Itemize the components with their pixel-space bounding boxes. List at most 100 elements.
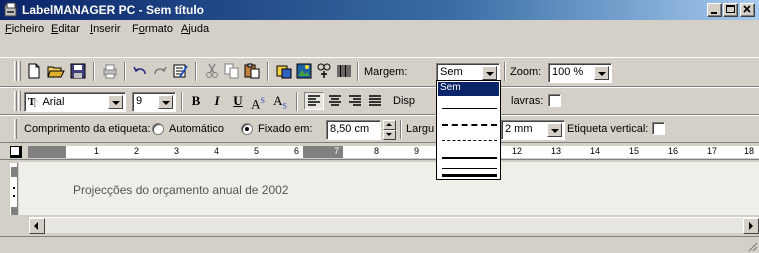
margin-dropdown-list[interactable]: Sem bbox=[436, 80, 501, 180]
margin-value: Sem bbox=[440, 66, 463, 78]
bold-button[interactable]: B bbox=[186, 92, 206, 110]
superscript-button[interactable]: AS bbox=[248, 92, 268, 111]
ruler-tick: 15 bbox=[629, 146, 640, 156]
font-size-select[interactable]: 9 bbox=[132, 92, 176, 112]
close-button[interactable] bbox=[740, 3, 755, 17]
toolbar-grip[interactable] bbox=[14, 61, 17, 81]
margin-option-dashed[interactable] bbox=[438, 118, 499, 134]
ruler-tick: 13 bbox=[551, 146, 562, 156]
superscript-mark: S bbox=[260, 96, 265, 105]
chevron-down-icon[interactable] bbox=[547, 123, 562, 137]
menu-editar[interactable]: Editar bbox=[51, 23, 80, 35]
justify-icon bbox=[369, 95, 381, 106]
insert-image-button[interactable] bbox=[294, 62, 314, 80]
clear-button[interactable] bbox=[170, 62, 190, 80]
underline-button[interactable]: U bbox=[228, 92, 248, 110]
scroll-left-button[interactable] bbox=[29, 218, 45, 234]
title-bar[interactable]: LabelMANAGER PC - Sem título bbox=[0, 0, 759, 20]
auto-length-label: Automático bbox=[169, 123, 225, 135]
horizontal-scrollbar[interactable] bbox=[29, 217, 759, 234]
width-value: 2 mm bbox=[505, 123, 533, 135]
paste-button[interactable] bbox=[242, 62, 262, 80]
menu-ajuda[interactable]: Ajuda bbox=[181, 23, 209, 35]
vertical-checkbox[interactable] bbox=[652, 122, 665, 135]
label-toolbar: Comprimento da etiqueta: Automático Fixa… bbox=[0, 115, 759, 143]
menu-ficheiro[interactable]: Ficheiro bbox=[5, 23, 44, 35]
fixed-length-input[interactable]: 8,50 cm bbox=[326, 120, 381, 140]
align-left-button[interactable] bbox=[304, 92, 324, 110]
ruler-tick: 4 bbox=[214, 146, 220, 156]
toolbar-separator bbox=[195, 62, 197, 81]
ruler-tick: 8 bbox=[374, 146, 380, 156]
words-checkbox[interactable] bbox=[548, 94, 561, 107]
fixed-length-label: Fixado em: bbox=[258, 123, 313, 135]
toolbar-separator bbox=[400, 120, 402, 139]
ruler-tick: 12 bbox=[512, 146, 523, 156]
toolbar-grip-2[interactable] bbox=[18, 61, 21, 81]
insert-text-button[interactable] bbox=[274, 62, 294, 80]
label-text[interactable]: Projecções do orçamento anual de 2002 bbox=[73, 183, 288, 197]
toolbar-grip-2[interactable] bbox=[18, 91, 21, 111]
toolbar-grip[interactable] bbox=[14, 91, 17, 111]
align-center-button[interactable] bbox=[325, 92, 345, 110]
margin-option-dotted[interactable] bbox=[438, 134, 499, 150]
minimize-button[interactable] bbox=[707, 3, 722, 17]
cut-button[interactable] bbox=[202, 62, 222, 80]
save-button[interactable] bbox=[68, 62, 88, 80]
open-button[interactable] bbox=[46, 62, 66, 80]
undo-button[interactable] bbox=[130, 62, 150, 80]
auto-length-radio[interactable] bbox=[152, 123, 164, 135]
insert-barcode-button[interactable] bbox=[334, 62, 354, 80]
width-select[interactable]: 2 mm bbox=[501, 120, 565, 140]
app-icon bbox=[4, 2, 17, 17]
margin-label: Margem: bbox=[364, 66, 408, 78]
fixed-length-spinner[interactable] bbox=[383, 120, 396, 140]
redo-button[interactable] bbox=[150, 62, 170, 80]
align-right-button[interactable] bbox=[345, 92, 365, 110]
chevron-down-icon[interactable] bbox=[482, 66, 497, 80]
font-select[interactable]: TT Arial bbox=[24, 92, 126, 112]
print-button[interactable] bbox=[100, 62, 120, 80]
scissors-icon bbox=[206, 63, 218, 78]
open-folder-icon bbox=[47, 66, 65, 78]
toolbar-separator bbox=[93, 62, 95, 81]
ruler-tick: 1 bbox=[94, 146, 100, 156]
ruler-tick: 18 bbox=[744, 146, 755, 156]
margin-option-line-thin[interactable] bbox=[438, 98, 499, 118]
align-right-icon bbox=[349, 95, 361, 106]
scroll-right-button[interactable] bbox=[743, 218, 759, 234]
spin-down-icon[interactable] bbox=[383, 130, 396, 140]
ruler-tick: 3 bbox=[174, 146, 180, 156]
font-value: Arial bbox=[42, 96, 65, 108]
minimize-icon bbox=[711, 12, 717, 14]
insert-symbol-button[interactable] bbox=[314, 62, 334, 80]
spin-up-icon[interactable] bbox=[383, 120, 396, 130]
toolbar-separator bbox=[504, 62, 506, 81]
chevron-down-icon[interactable] bbox=[594, 66, 609, 80]
menu-inserir[interactable]: Inserir bbox=[90, 23, 121, 35]
ruler-tick: 5 bbox=[254, 146, 260, 156]
chevron-down-icon[interactable] bbox=[108, 95, 123, 109]
tab-stop-icon[interactable] bbox=[10, 146, 22, 158]
new-button[interactable] bbox=[24, 62, 44, 80]
subscript-button[interactable]: AS bbox=[270, 92, 290, 111]
margin-option-sem[interactable]: Sem bbox=[438, 82, 499, 96]
toolbar-grip[interactable] bbox=[14, 119, 17, 139]
margin-option-single[interactable] bbox=[438, 150, 499, 166]
zoom-value: 100 % bbox=[552, 66, 584, 78]
chevron-down-icon[interactable] bbox=[158, 95, 173, 109]
copy-button[interactable] bbox=[222, 62, 242, 80]
menu-formato[interactable]: Formato bbox=[132, 23, 173, 35]
margin-option-thick[interactable] bbox=[438, 166, 499, 180]
resize-grip-icon[interactable] bbox=[746, 240, 758, 252]
ruler-tick: 6 bbox=[294, 146, 300, 156]
italic-button[interactable]: I bbox=[207, 92, 227, 110]
justify-button[interactable] bbox=[365, 92, 385, 110]
width-label: Largu bbox=[406, 123, 435, 135]
maximize-button[interactable] bbox=[723, 3, 738, 17]
arrow-right-icon bbox=[749, 222, 753, 230]
printer-icon bbox=[103, 64, 117, 79]
fixed-length-radio[interactable] bbox=[241, 123, 253, 135]
eraser-icon bbox=[173, 64, 188, 78]
zoom-select[interactable]: 100 % bbox=[548, 63, 612, 83]
